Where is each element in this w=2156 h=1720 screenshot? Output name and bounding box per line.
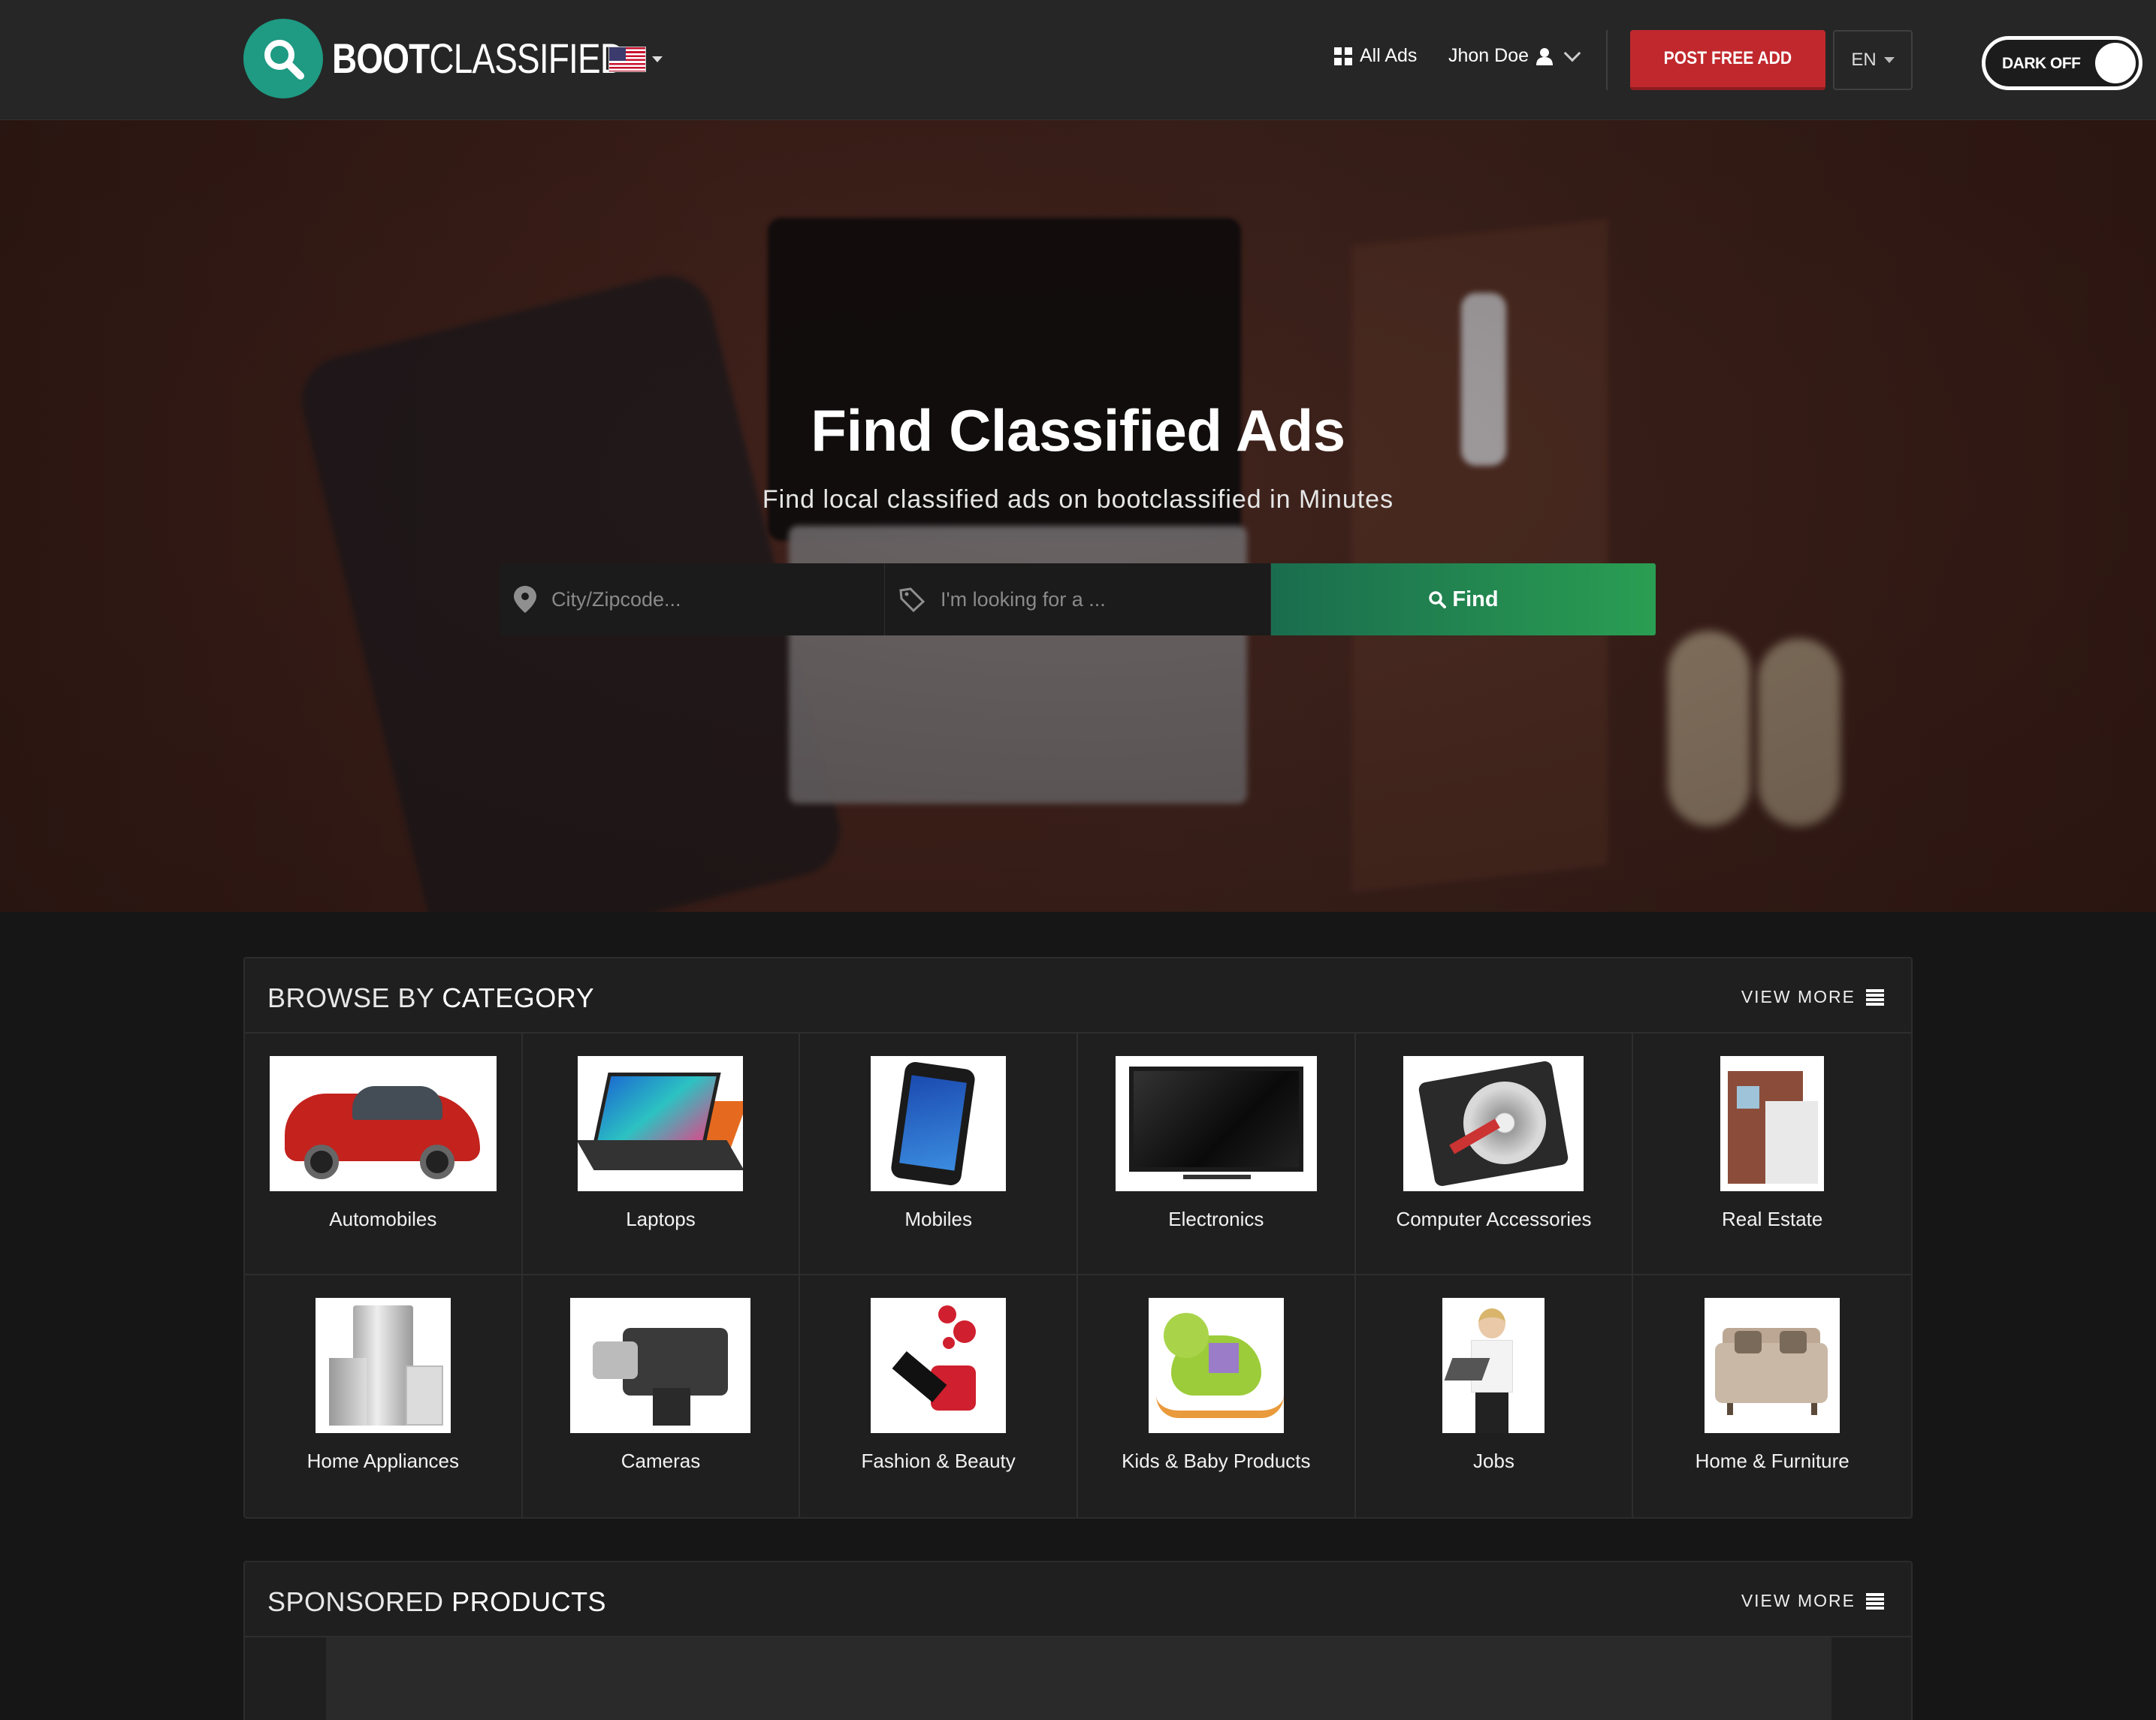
user-name-label: Jhon Doe — [1448, 45, 1529, 66]
category-label: Automobiles — [329, 1208, 437, 1230]
nav-divider — [1606, 30, 1608, 90]
nav-all-ads-link[interactable]: All Ads — [1334, 45, 1417, 67]
language-label: EN — [1851, 50, 1877, 70]
hero-banner: Find Classified Ads Find local classifie… — [0, 120, 2156, 912]
category-label: Home Appliances — [306, 1450, 459, 1472]
category-label: Laptops — [626, 1208, 696, 1230]
category-label: Mobiles — [904, 1208, 972, 1230]
keyword-input[interactable] — [941, 587, 1241, 611]
sofa-image — [1705, 1298, 1840, 1433]
view-more-label: VIEW MORE — [1741, 1591, 1856, 1610]
browse-category-panel: BROWSE BY CATEGORY VIEW MORE Automobiles… — [243, 957, 1913, 1519]
tv-image — [1115, 1056, 1317, 1191]
category-label: Electronics — [1168, 1208, 1264, 1230]
panel-header: SPONSORED PRODUCTS VIEW MORE — [245, 1562, 1911, 1637]
sponsored-products-panel: SPONSORED PRODUCTS VIEW MORE — [243, 1561, 1913, 1720]
panel-title: SPONSORED PRODUCTS — [267, 1586, 607, 1617]
toy-image — [1148, 1298, 1284, 1433]
car-image — [269, 1056, 497, 1191]
category-kids-baby[interactable]: Kids & Baby Products — [1078, 1275, 1356, 1517]
dark-mode-toggle[interactable]: DARK OFF — [1982, 36, 2142, 90]
category-label: Cameras — [621, 1450, 701, 1472]
view-more-label: VIEW MORE — [1741, 987, 1856, 1006]
category-label: Computer Accessories — [1396, 1208, 1592, 1230]
grid-icon — [1334, 47, 1352, 65]
map-marker-icon — [514, 586, 536, 613]
tags-icon — [899, 587, 926, 612]
appliances-image — [315, 1298, 451, 1433]
toggle-knob — [2095, 43, 2136, 83]
user-menu[interactable]: Jhon Doe — [1448, 44, 1581, 67]
camera-image — [570, 1298, 751, 1433]
category-home-furniture[interactable]: Home & Furniture — [1633, 1275, 1911, 1517]
category-laptops[interactable]: Laptops — [522, 1034, 801, 1275]
laptop-image — [578, 1056, 744, 1191]
find-button-label: Find — [1452, 587, 1499, 611]
hero-title: Find Classified Ads — [811, 397, 1345, 463]
hard-drive-image — [1403, 1056, 1584, 1191]
search-icon — [1429, 591, 1447, 608]
search-logo-icon — [243, 19, 323, 98]
woman-laptop-image — [1442, 1298, 1545, 1433]
keyword-field[interactable] — [885, 563, 1271, 635]
post-free-ad-label: POST FREE ADD — [1663, 48, 1792, 68]
category-computer-accessories[interactable]: Computer Accessories — [1355, 1034, 1634, 1275]
category-label: Home & Furniture — [1695, 1450, 1850, 1472]
category-label: Real Estate — [1721, 1208, 1823, 1230]
location-field[interactable] — [500, 563, 885, 635]
language-selector[interactable]: EN — [1833, 30, 1913, 90]
panel-header: BROWSE BY CATEGORY VIEW MORE — [245, 958, 1911, 1034]
country-selector[interactable] — [608, 47, 663, 72]
us-flag-icon — [608, 47, 646, 72]
user-icon — [1536, 47, 1554, 65]
list-icon — [1866, 1592, 1884, 1610]
brand-name: BOOTCLASSIFIED — [332, 35, 625, 82]
top-navbar: BOOTCLASSIFIED All Ads Jhon Doe POST FRE… — [0, 0, 2156, 120]
category-home-appliances[interactable]: Home Appliances — [245, 1275, 523, 1517]
nail-polish-image — [871, 1298, 1007, 1433]
view-more-categories-link[interactable]: VIEW MORE — [1741, 987, 1884, 1007]
category-label: Kids & Baby Products — [1122, 1450, 1311, 1472]
search-form: Find — [500, 563, 1656, 635]
view-more-products-link[interactable]: VIEW MORE — [1741, 1591, 1884, 1611]
category-label: Fashion & Beauty — [861, 1450, 1016, 1472]
category-jobs[interactable]: Jobs — [1356, 1275, 1634, 1517]
caret-down-icon — [652, 56, 663, 62]
house-image — [1720, 1056, 1825, 1191]
category-fashion-beauty[interactable]: Fashion & Beauty — [800, 1275, 1078, 1517]
category-label: Jobs — [1473, 1450, 1514, 1472]
category-automobiles[interactable]: Automobiles — [245, 1034, 523, 1275]
chevron-down-icon — [1563, 44, 1581, 62]
post-free-ad-button[interactable]: POST FREE ADD — [1630, 30, 1825, 90]
category-mobiles[interactable]: Mobiles — [800, 1034, 1078, 1275]
panel-title: BROWSE BY CATEGORY — [267, 982, 595, 1013]
caret-down-icon — [1883, 57, 1895, 63]
phone-image — [871, 1056, 1007, 1191]
category-electronics[interactable]: Electronics — [1077, 1034, 1356, 1275]
category-grid: Automobiles Laptops Mobiles Electronics … — [245, 1034, 1911, 1517]
sponsored-carousel — [326, 1637, 1831, 1720]
location-input[interactable] — [551, 587, 852, 611]
category-cameras[interactable]: Cameras — [523, 1275, 801, 1517]
find-button[interactable]: Find — [1271, 563, 1656, 635]
category-real-estate[interactable]: Real Estate — [1633, 1034, 1911, 1275]
dark-mode-label: DARK OFF — [2002, 55, 2081, 72]
list-icon — [1866, 988, 1884, 1006]
nav-all-ads-label: All Ads — [1360, 45, 1418, 66]
hero-subtitle: Find local classified ads on bootclassif… — [762, 485, 1394, 514]
